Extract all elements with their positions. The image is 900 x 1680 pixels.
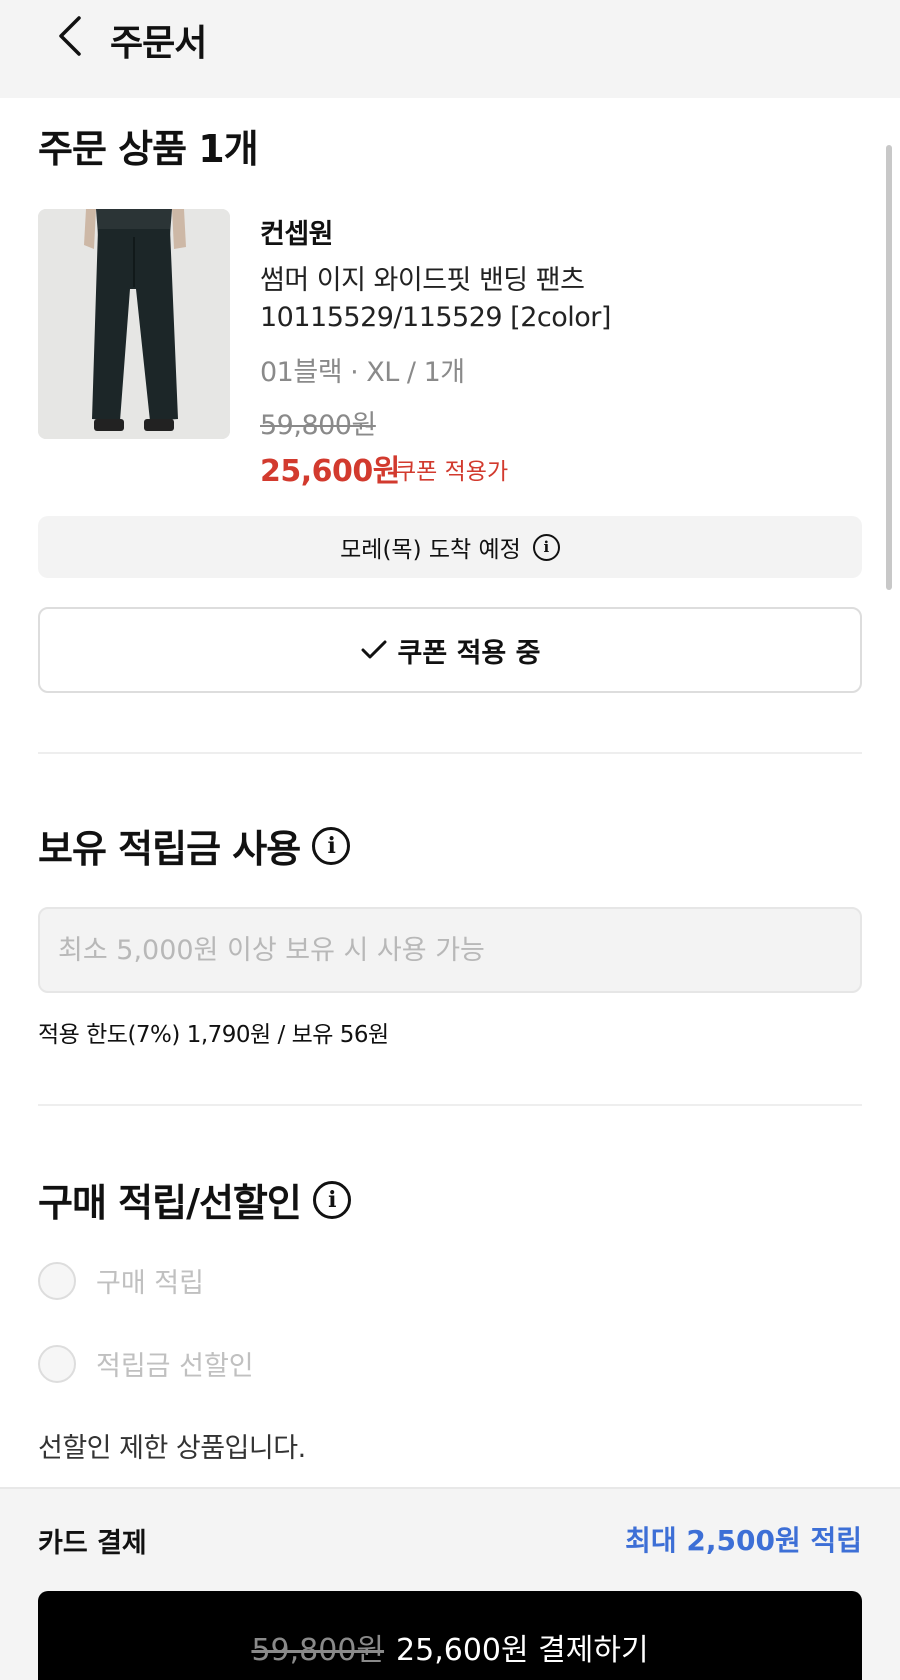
check-icon: [361, 640, 386, 659]
radio-points-discount[interactable]: 적립금 선할인: [38, 1344, 254, 1383]
chevron-left-icon: [59, 16, 81, 56]
max-reward-text: 최대 2,500원 적립: [625, 1524, 862, 1557]
coupon-price: 25,600원: [260, 454, 400, 489]
pay-button-label: 25,600원 결제하기: [396, 1633, 649, 1668]
product-brand[interactable]: 컨셉원: [260, 212, 334, 251]
payment-method: 카드 결제: [38, 1528, 147, 1559]
pay-original-price: 59,800원: [251, 1633, 385, 1668]
delivery-text: 모레(목) 도착 예정: [340, 537, 521, 563]
scrollbar[interactable]: [886, 145, 892, 590]
points-input[interactable]: [38, 907, 862, 993]
product-name[interactable]: 썸머 이지 와이드핏 밴딩 팬츠: [260, 258, 585, 297]
info-icon[interactable]: i: [532, 533, 560, 561]
product-option: 01블랙 · XL / 1개: [260, 357, 465, 388]
points-section-title: 보유 적립금 사용 i: [38, 818, 351, 873]
coupon-button[interactable]: 쿠폰 적용 중: [38, 607, 862, 693]
back-button[interactable]: [50, 12, 90, 60]
product-image[interactable]: [38, 209, 230, 439]
radio-purchase-reward[interactable]: 구매 적립: [38, 1261, 204, 1300]
discount-restricted-notice: 선할인 제한 상품입니다.: [38, 1433, 306, 1464]
coupon-price-label: 쿠폰 적용가: [395, 459, 509, 485]
points-limit-text: 적용 한도(7%) 1,790원 / 보유 56원: [38, 1022, 389, 1048]
order-section-title: 주문 상품 1개: [38, 127, 259, 171]
radio-label: 구매 적립: [96, 1268, 204, 1299]
radio-label: 적립금 선할인: [96, 1351, 254, 1382]
product-code: 10115529/115529 [2color]: [260, 302, 611, 333]
delivery-estimate: 모레(목) 도착 예정 i: [38, 516, 862, 578]
pants-thumbnail: [38, 209, 230, 439]
info-icon[interactable]: i: [312, 826, 351, 865]
divider: [38, 752, 862, 754]
page-title: 주문서: [110, 23, 207, 64]
radio-button[interactable]: [38, 1261, 76, 1300]
reward-section-title: 구매 적립/선할인 i: [38, 1172, 351, 1227]
divider: [38, 1104, 862, 1106]
coupon-button-label: 쿠폰 적용 중: [397, 637, 541, 669]
pay-button[interactable]: 59,800원 25,600원 결제하기: [38, 1591, 862, 1680]
info-icon[interactable]: i: [312, 1180, 351, 1219]
radio-button[interactable]: [38, 1344, 76, 1383]
original-price: 59,800원: [260, 410, 376, 441]
app-header: 주문서: [0, 0, 900, 98]
